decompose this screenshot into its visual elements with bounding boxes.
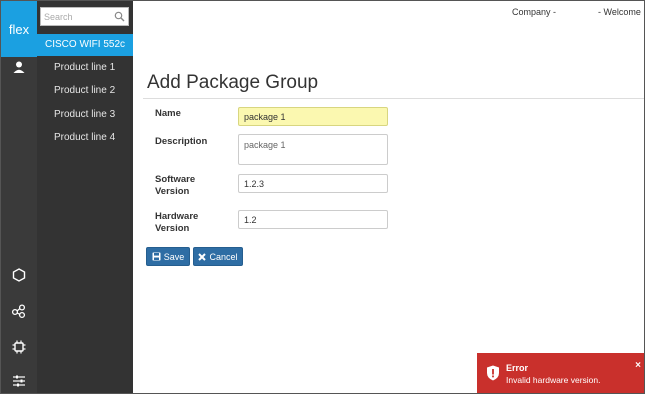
sidebar-item-device[interactable]: CISCO WIFI 552c — [37, 34, 133, 56]
shield-alert-icon — [487, 365, 499, 381]
icon-rail: flex — [1, 1, 37, 393]
hardware-label-line-1: Hardware — [155, 211, 199, 222]
description-field[interactable]: package 1 — [238, 134, 388, 165]
sidebar-item-product-line-1[interactable]: Product line 1 — [37, 59, 133, 77]
software-version-label: Software Version — [155, 174, 195, 198]
software-version-field[interactable] — [238, 174, 388, 193]
sidebar-item-product-line-2[interactable]: Product line 2 — [37, 82, 133, 100]
chip-icon[interactable] — [9, 337, 29, 357]
welcome-label: - Welcome — [598, 7, 644, 17]
product-sidebar: CISCO WIFI 552c Product line 1 Product l… — [37, 1, 133, 393]
save-icon — [152, 252, 161, 261]
search-icon[interactable] — [114, 11, 125, 22]
search-box — [40, 7, 129, 26]
sidebar-item-product-line-3[interactable]: Product line 3 — [37, 106, 133, 124]
hardware-label-line-2: Version — [155, 223, 190, 234]
hardware-version-label: Hardware Version — [155, 211, 198, 235]
search-input[interactable] — [41, 8, 113, 25]
toast-title: Error — [506, 363, 529, 373]
hardware-version-field[interactable] — [238, 210, 388, 229]
top-bar: Company - - Welcome M — [133, 1, 644, 21]
company-label: Company - — [512, 7, 557, 17]
toast-close-button[interactable]: × — [635, 360, 641, 371]
name-field[interactable] — [238, 107, 388, 126]
sliders-icon[interactable] — [9, 371, 29, 391]
flex-logo: flex — [1, 1, 37, 57]
welcome-text: - Welcome M — [598, 7, 644, 17]
save-button[interactable]: Save — [146, 247, 190, 266]
user-icon[interactable] — [1, 57, 37, 77]
close-icon — [198, 252, 207, 261]
software-label-line-1: Software — [155, 174, 196, 185]
app-window: flex CISCO WIFI 552c Product line 1 Prod… — [0, 0, 645, 394]
save-label: Save — [163, 251, 185, 262]
software-label-line-2: Version — [155, 186, 190, 197]
error-toast: Error Invalid hardware version. × — [477, 353, 644, 393]
toast-message: Invalid hardware version. — [506, 375, 601, 385]
sidebar-item-product-line-4[interactable]: Product line 4 — [37, 129, 133, 147]
cancel-label: Cancel — [209, 251, 238, 262]
nodes-icon[interactable] — [9, 301, 29, 321]
title-divider — [143, 98, 644, 99]
page-title: Add Package Group — [147, 72, 319, 93]
description-label: Description — [155, 136, 208, 147]
hexagon-icon[interactable] — [9, 265, 29, 285]
name-label: Name — [155, 108, 181, 119]
cancel-button[interactable]: Cancel — [193, 247, 243, 266]
